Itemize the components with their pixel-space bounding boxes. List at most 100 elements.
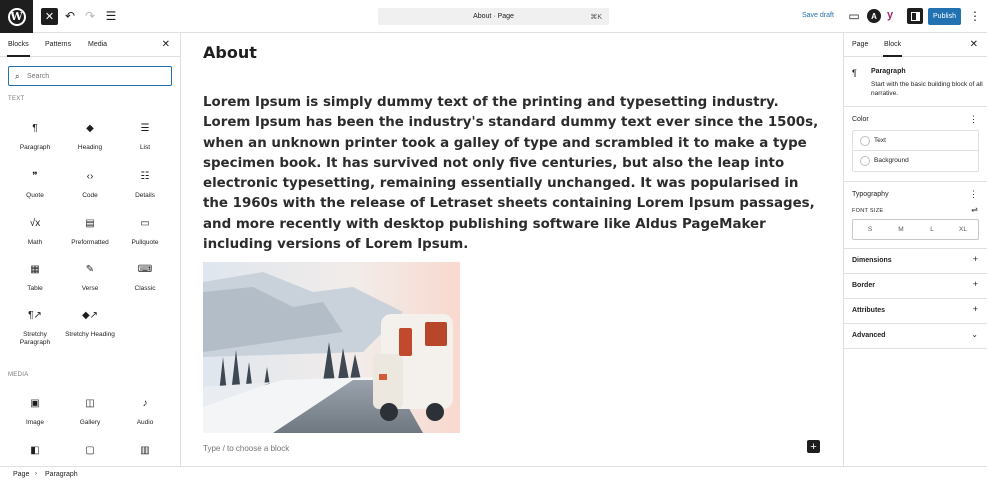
block-search-input[interactable]: ⌕ Search (8, 66, 172, 86)
block-verse[interactable]: ✎ Verse (63, 264, 117, 293)
block-image[interactable]: ▣ Image (8, 398, 62, 427)
color-text-option[interactable]: Text (853, 131, 978, 151)
border-panel-toggle[interactable]: Border (852, 282, 875, 289)
image-block-camper-van[interactable] (203, 262, 460, 433)
tab-media[interactable]: Media (88, 41, 107, 48)
preformatted-icon: ▤ (85, 218, 95, 229)
font-size-m[interactable]: M (891, 226, 911, 233)
audio-icon: ♪ (142, 398, 148, 409)
paragraph-block[interactable]: Lorem Ipsum is simply dummy text of the … (203, 93, 823, 255)
typography-panel-title: Typography (852, 191, 889, 198)
block-label: Stretchy Paragraph (19, 331, 51, 346)
redo-icon: ↷ (84, 9, 96, 23)
save-draft-button[interactable]: Save draft (802, 12, 834, 19)
color-option-label: Text (874, 137, 886, 144)
block-label: Paragraph (19, 144, 51, 151)
block-label: Math (27, 239, 43, 246)
stretchy-paragraph-icon: ¶↗ (28, 310, 42, 321)
options-menu-button[interactable]: ⋮ (967, 8, 983, 24)
plus-icon[interactable]: + (973, 254, 978, 264)
block-stretchy-heading[interactable]: ◆↗ Stretchy Heading (63, 310, 117, 339)
document-bar[interactable]: About · Page ⌘K (378, 8, 609, 25)
tab-blocks[interactable]: Blocks (7, 41, 30, 57)
block-quote[interactable]: ❞ Quote (8, 171, 62, 200)
plus-icon[interactable]: + (973, 279, 978, 289)
advanced-panel-toggle[interactable]: Advanced (852, 332, 885, 339)
block-label: Table (27, 285, 43, 292)
breadcrumb-paragraph[interactable]: Paragraph (45, 471, 78, 478)
block-more-row[interactable]: ◧ (8, 445, 62, 466)
add-block-button[interactable]: + (807, 440, 820, 453)
block-details[interactable]: ☷ Details (118, 171, 172, 200)
camper-van-snow-photo (203, 262, 460, 433)
publish-button[interactable]: Publish (928, 8, 961, 25)
preview-button[interactable]: ▭ (846, 8, 862, 24)
block-audio[interactable]: ♪ Audio (118, 398, 172, 427)
close-inserter-button[interactable]: ✕ (41, 8, 58, 25)
font-size-settings-icon[interactable]: ⇌ (971, 205, 978, 214)
image-icon: ▣ (30, 398, 40, 409)
block-code[interactable]: ‹› Code (63, 171, 117, 200)
block-paragraph[interactable]: ¶ Paragraph (8, 123, 62, 152)
sidebar-icon (910, 11, 920, 21)
more-vertical-icon[interactable]: ⋮ (969, 114, 978, 125)
block-more-row[interactable]: ▥ (118, 445, 172, 466)
settings-sidebar: Page Block ✕ ¶ Paragraph Start with the … (843, 33, 987, 466)
breadcrumb-page[interactable]: Page (13, 471, 29, 478)
inserter-tabs: Blocks Patterns Media ✕ (0, 33, 180, 57)
close-inserter-icon[interactable]: ✕ (162, 39, 170, 50)
block-more-row[interactable]: ▢ (63, 445, 117, 466)
chevron-down-icon[interactable]: ⌄ (971, 330, 978, 339)
search-icon: ⌕ (15, 72, 20, 81)
color-swatch (860, 156, 870, 166)
undo-button[interactable]: ↶ (62, 8, 78, 24)
plus-icon: + (810, 440, 817, 453)
document-overview-button[interactable]: ☰ (103, 8, 119, 24)
block-card-description: Start with the basic building block of a… (871, 81, 983, 97)
dimensions-panel-toggle[interactable]: Dimensions (852, 257, 892, 264)
color-background-option[interactable]: Background (853, 151, 978, 171)
block-pullquote[interactable]: ▭ Pullquote (118, 218, 172, 247)
more-vertical-icon: ⋮ (969, 9, 981, 23)
page-title[interactable]: About (203, 43, 257, 62)
plus-icon[interactable]: + (973, 304, 978, 314)
divider (844, 298, 987, 299)
font-size-xl[interactable]: XL (953, 226, 973, 233)
category-heading-media: MEDIA (8, 372, 29, 378)
wordpress-logo-icon: W (7, 7, 26, 26)
wordpress-logo-button[interactable]: W (0, 0, 33, 33)
redo-button[interactable]: ↷ (82, 8, 98, 24)
block-appender-placeholder[interactable]: Type / to choose a block (203, 444, 289, 453)
heading-bookmark-icon: ◆ (86, 123, 94, 134)
tab-block[interactable]: Block (882, 41, 903, 57)
document-title: About · Page (473, 13, 514, 20)
tab-page[interactable]: Page (852, 41, 868, 48)
block-heading[interactable]: ◆ Heading (63, 123, 117, 152)
block-preformatted[interactable]: ▤ Preformatted (63, 218, 117, 247)
font-size-l[interactable]: L (922, 226, 942, 233)
block-stretchy-paragraph[interactable]: ¶↗ Stretchy Paragraph (8, 310, 62, 347)
block-card-title: Paragraph (871, 68, 906, 75)
block-list[interactable]: ☰ List (118, 123, 172, 152)
settings-toggle-button[interactable] (907, 8, 923, 24)
block-gallery[interactable]: ◫ Gallery (63, 398, 117, 427)
attributes-panel-toggle[interactable]: Attributes (852, 307, 885, 314)
block-table[interactable]: ▦ Table (8, 264, 62, 293)
color-option-label: Background (874, 157, 909, 164)
block-label: Code (82, 192, 98, 199)
block-math[interactable]: √x Math (8, 218, 62, 247)
block-label: Heading (77, 144, 103, 151)
more-vertical-icon[interactable]: ⋮ (969, 189, 978, 200)
math-icon: √x (29, 218, 41, 229)
plugin-a-button[interactable]: A (867, 9, 881, 23)
color-swatch (860, 136, 870, 146)
block-classic[interactable]: ⌨ Classic (118, 264, 172, 293)
tab-patterns[interactable]: Patterns (45, 41, 71, 48)
file-icon: ▢ (85, 445, 95, 456)
font-size-s[interactable]: S (860, 226, 880, 233)
close-icon: ✕ (44, 11, 55, 23)
close-settings-icon[interactable]: ✕ (970, 39, 978, 50)
divider (844, 106, 987, 107)
yoast-seo-button[interactable]: y (887, 9, 893, 21)
font-size-label: FONT SIZE (852, 208, 884, 214)
